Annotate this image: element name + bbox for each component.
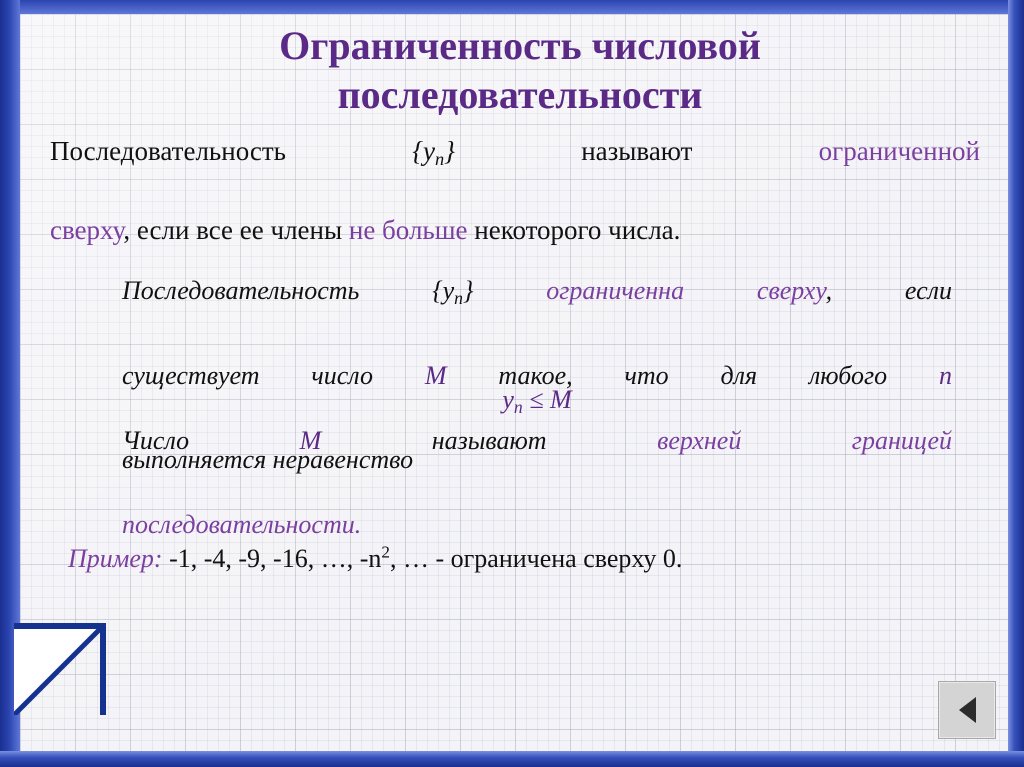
example-tail: , … - ограничена сверху 0. [389, 544, 683, 573]
definition-conclusion-line-1: Число М называют верхней границей [122, 420, 952, 504]
intro-seq-sub: n [434, 149, 445, 170]
formula-rest: ≤ M [522, 385, 572, 414]
intro-highlight-not-greater: не больше [348, 214, 468, 245]
definition-intro-text: Последовательность {yn} называют огранич… [50, 132, 980, 249]
intro-text-sequence-word: Последовательность [50, 136, 286, 166]
conclusion-text-called: называют [431, 426, 547, 455]
frame-border-right [1008, 0, 1024, 767]
example-values: -1, -4, -9, -16, …, -n [169, 544, 382, 573]
intro-seq-symbol: {yn} [412, 136, 455, 170]
conclusion-highlight-sequence: последовательности. [122, 510, 362, 540]
corner-fold-decoration [14, 623, 106, 715]
main-text-if: , если [825, 276, 953, 305]
corner-fold-diagonal [14, 623, 106, 715]
conclusion-symbol-M: М [299, 426, 322, 455]
example-label: Пример: [68, 544, 163, 573]
intro-highlight-bounded: ограниченной [818, 136, 981, 166]
main-text-sequence-word: Последовательность [122, 276, 360, 305]
definition-conclusion-text: Число М называют верхней границей послед… [122, 420, 952, 546]
slide-container: Ограниченность числовой последовательнос… [0, 0, 1024, 767]
definition-intro-line-1: Последовательность {yn} называют огранич… [50, 132, 980, 211]
formula-y: y [502, 385, 514, 414]
intro-text-if-all: , если все ее члены [123, 214, 343, 245]
formula-y-sub: n [513, 396, 523, 417]
main-seq-sub: n [454, 287, 463, 308]
frame-border-top [0, 0, 1024, 14]
example-text: Пример: -1, -4, -9, -16, …, -n2, … - огр… [68, 540, 988, 578]
main-highlight-bounded-above: ограниченна сверху [546, 276, 826, 305]
conclusion-highlight-upper-bound: верхней границей [657, 426, 953, 455]
triangle-left-icon [958, 697, 976, 723]
frame-border-bottom [0, 751, 1024, 767]
main-seq-symbol: {yn} [432, 276, 474, 308]
page-title-line-1: Ограниченность числовой [279, 23, 761, 68]
formula-inequality: yn ≤ M [122, 385, 952, 418]
intro-text-called: называют [581, 136, 693, 166]
page-title-line-2: последовательности [337, 71, 703, 117]
main-seq-open: {y [432, 276, 455, 305]
intro-seq-close: } [444, 136, 455, 166]
example-power: 2 [381, 542, 390, 562]
conclusion-text-number: Число [122, 426, 190, 455]
intro-text-some-number: некоторого числа. [474, 214, 681, 245]
previous-slide-button[interactable] [938, 681, 996, 739]
definition-intro-line-2: сверху, если все ее члены не больше неко… [50, 215, 680, 245]
intro-highlight-above: сверху [50, 214, 124, 245]
page-title: Ограниченность числовой последовательнос… [170, 22, 870, 120]
main-seq-close: } [463, 276, 474, 305]
intro-seq-open: {y [412, 136, 435, 166]
definition-main-line-1: Последовательность {yn} ограниченна свер… [122, 270, 952, 355]
